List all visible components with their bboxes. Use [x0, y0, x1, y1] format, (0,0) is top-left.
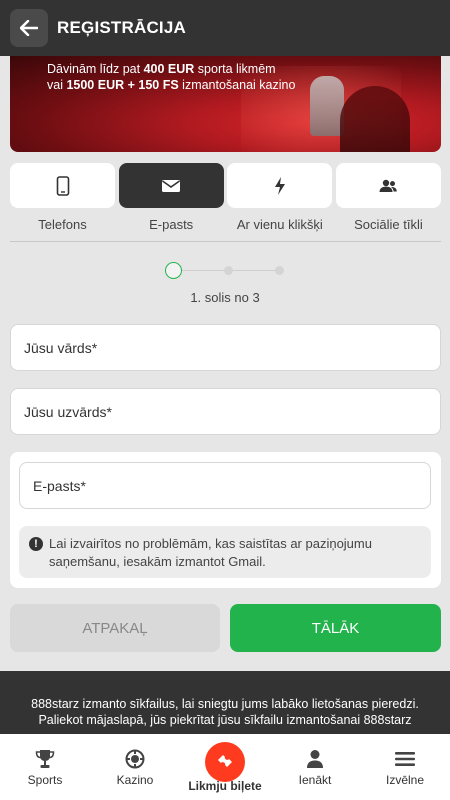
- step-indicator: [165, 262, 285, 279]
- trophy-icon: [35, 750, 55, 768]
- nav-casino-label: Kazino: [116, 773, 154, 787]
- step-dot: [224, 266, 233, 275]
- trophy-image: [310, 76, 344, 136]
- next-button[interactable]: TĀLĀK: [230, 604, 441, 652]
- nav-sports[interactable]: Sports: [0, 734, 90, 800]
- nav-login[interactable]: Ienākt: [270, 734, 360, 800]
- nav-menu[interactable]: Izvēlne: [360, 734, 450, 800]
- athlete-image: [340, 86, 410, 152]
- first-name-field[interactable]: Jūsu vārds*: [10, 324, 441, 371]
- method-social-button[interactable]: [335, 163, 441, 208]
- cookie-text-line1: 888starz izmanto sīkfailus, lai sniegtu …: [31, 697, 419, 711]
- promo-banner: Dāvinām līdz pat 400 EUR sporta likmēm v…: [10, 56, 441, 152]
- gmail-notice: ! Lai izvairītos no problēmām, kas saist…: [19, 526, 431, 578]
- exclamation-icon: !: [29, 537, 43, 551]
- back-arrow-button[interactable]: [10, 9, 48, 47]
- page-title: REĢISTRĀCIJA: [57, 18, 186, 37]
- phone-icon: [56, 175, 69, 196]
- nav-bet-slip[interactable]: Likmju biļete: [180, 734, 270, 800]
- nav-casino[interactable]: Kazino: [90, 734, 180, 800]
- divider: [10, 241, 441, 242]
- method-phone-label: Telefons: [38, 217, 87, 232]
- email-field[interactable]: E-pasts*: [19, 462, 431, 509]
- nav-sports-label: Sports: [27, 773, 63, 787]
- nav-menu-label: Izvēlne: [385, 773, 425, 787]
- cookie-text-line2: Paliekot mājaslapā, jūs piekrītat jūsu s…: [38, 713, 412, 727]
- method-one-click-label: Ar vienu klikšķi: [236, 217, 323, 232]
- registration-methods: [10, 163, 441, 208]
- registration-method-labels: Telefons E-pasts Ar vienu klikšķi Sociāl…: [10, 217, 441, 232]
- back-button[interactable]: ATPAKAĻ: [10, 604, 220, 652]
- hamburger-menu-icon: [395, 752, 415, 766]
- promo-text: Dāvinām līdz pat 400 EUR sporta likmēm v…: [47, 62, 296, 92]
- casino-chip-icon: [125, 749, 145, 769]
- users-icon: [379, 179, 398, 192]
- method-one-click-button[interactable]: [227, 163, 333, 208]
- method-phone-button[interactable]: [10, 163, 115, 208]
- bet-slip-button[interactable]: [205, 742, 245, 782]
- nav-bet-slip-label: Likmju biļete: [188, 779, 262, 793]
- envelope-icon: [162, 179, 181, 192]
- email-card: E-pasts* ! Lai izvairītos no problēmām, …: [10, 452, 441, 588]
- bottom-nav: Sports Kazino Likmju biļete Ienākt Izvēl…: [0, 734, 450, 800]
- header: REĢISTRĀCIJA: [0, 0, 450, 56]
- method-email-button[interactable]: [118, 163, 224, 208]
- method-social-label: Sociālie tīkli: [354, 217, 423, 232]
- arrow-left-icon: [20, 20, 38, 36]
- step-text: 1. solis no 3: [190, 290, 260, 305]
- cookie-notice: 888starz izmanto sīkfailus, lai sniegtu …: [0, 671, 450, 741]
- last-name-field[interactable]: Jūsu uzvārds*: [10, 388, 441, 435]
- nav-login-label: Ienākt: [298, 773, 332, 787]
- method-email-label: E-pasts: [149, 217, 194, 232]
- notice-text: Lai izvairītos no problēmām, kas saistīt…: [49, 536, 372, 569]
- ticket-icon: [218, 755, 232, 767]
- user-icon: [307, 750, 323, 768]
- step-dot-current: [165, 262, 182, 279]
- step-dot: [275, 266, 284, 275]
- lightning-icon: [274, 176, 285, 195]
